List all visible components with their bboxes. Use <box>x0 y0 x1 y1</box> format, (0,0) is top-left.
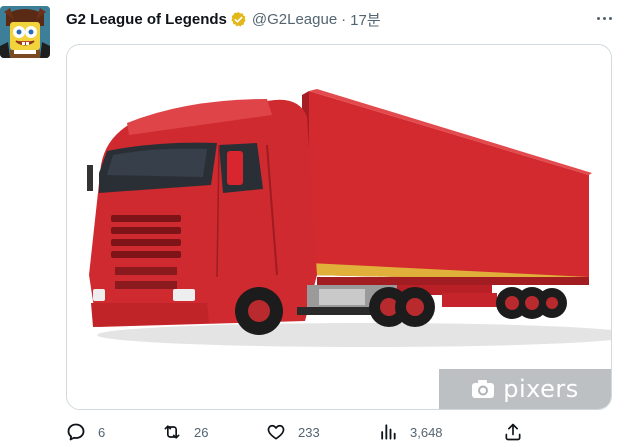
retweet-button[interactable]: 26 <box>162 420 208 444</box>
reply-button[interactable]: 6 <box>66 420 105 444</box>
display-name[interactable]: G2 League of Legends <box>66 11 227 28</box>
reply-count: 6 <box>98 424 106 440</box>
views-count: 3,648 <box>410 424 443 440</box>
retweet-count: 26 <box>194 424 209 440</box>
tweet-media[interactable]: pixers <box>66 44 612 410</box>
verified-badge-icon <box>231 11 246 27</box>
like-button[interactable]: 233 <box>266 420 320 444</box>
share-icon <box>505 423 521 441</box>
share-button[interactable] <box>503 420 535 444</box>
heart-icon <box>267 424 285 440</box>
like-count: 233 <box>298 424 320 440</box>
retweet-icon <box>164 425 180 439</box>
camera-icon <box>472 380 495 398</box>
more-options-button[interactable] <box>592 9 616 27</box>
spongebob-avatar-icon <box>0 6 50 58</box>
more-horizontal-icon <box>596 16 600 20</box>
watermark-text: pixers <box>503 375 579 403</box>
user-handle[interactable]: @G2League <box>252 11 337 28</box>
reply-icon <box>67 423 85 441</box>
tweet-actions: 6 26 233 3,648 <box>66 420 536 444</box>
watermark: pixers <box>439 369 611 409</box>
separator-dot: · <box>341 10 347 28</box>
timestamp[interactable]: 17분 <box>350 9 381 30</box>
avatar[interactable] <box>0 6 50 58</box>
tweet: G2 League of Legends @G2League · 17분 pix… <box>0 0 632 447</box>
red-semi-truck-photo <box>67 45 611 409</box>
tweet-header: G2 League of Legends @G2League · 17분 <box>66 8 381 30</box>
views-button[interactable]: 3,648 <box>378 420 443 444</box>
views-icon <box>381 424 396 440</box>
